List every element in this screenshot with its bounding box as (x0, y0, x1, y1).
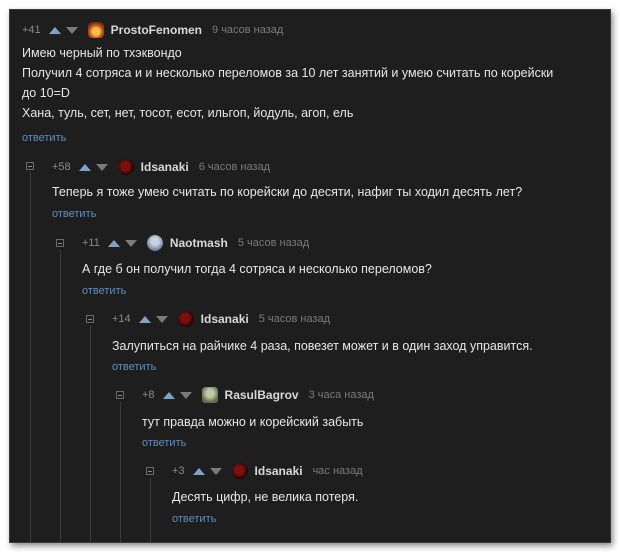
downvote-icon[interactable] (95, 163, 108, 171)
comment-time[interactable]: 6 часов назад (199, 161, 270, 173)
idsanaki-avatar-icon[interactable] (231, 463, 248, 479)
comment-line: тут правда можно и корейский забыть (142, 415, 364, 429)
thread-line[interactable] (60, 250, 61, 542)
comment-header: +3 Idsanaki час назад (172, 462, 363, 480)
thread-line[interactable] (30, 172, 31, 542)
comment-body: Десять цифр, не велика потеря. (172, 487, 358, 507)
comment-body: тут правда можно и корейский забыть (142, 412, 363, 432)
comment-line: Теперь я тоже умею считать по корейски д… (52, 185, 523, 199)
comment-author[interactable]: ProstoFenomen (111, 23, 202, 37)
comment-line: до 10=D (22, 86, 70, 100)
comment-header: +41 ProstoFenomen 9 часов назад (22, 21, 283, 39)
collapse-toggle-icon[interactable] (116, 391, 124, 399)
reply-link[interactable]: ответить (82, 285, 126, 297)
collapse-toggle-icon[interactable] (146, 467, 154, 475)
comments-panel: +41 ProstoFenomen 9 часов назад Имею чер… (9, 9, 611, 543)
comment-time[interactable]: 3 часа назад (309, 389, 374, 401)
upvote-icon[interactable] (192, 467, 205, 475)
reply-link[interactable]: ответить (172, 513, 216, 525)
thread-line[interactable] (150, 478, 151, 542)
comment-author[interactable]: Idsanaki (141, 160, 189, 174)
collapse-toggle-icon[interactable] (86, 315, 94, 323)
upvote-icon[interactable] (78, 163, 91, 171)
comment-header: +8 RasulBagrov 3 часа назад (142, 386, 374, 404)
comment-header: +58 Idsanaki 6 часов назад (52, 158, 270, 176)
reply-link[interactable]: ответить (52, 208, 96, 220)
comment-score: +58 (52, 161, 71, 173)
comment-score: +14 (112, 313, 131, 325)
comment-author[interactable]: Idsanaki (201, 312, 249, 326)
comment-score: +11 (82, 237, 100, 249)
comment-line: Имею черный по тхэквондо (22, 46, 182, 60)
comment-header: +14 Idsanaki 5 часов назад (112, 310, 330, 328)
downvote-icon[interactable] (209, 467, 222, 475)
comment-body: Теперь я тоже умею считать по корейски д… (52, 182, 522, 202)
reply-link[interactable]: ответить (112, 361, 156, 373)
reply-link[interactable]: ответить (22, 132, 66, 144)
fire-avatar-icon[interactable] (87, 22, 104, 38)
thread-line[interactable] (120, 402, 121, 542)
upvote-icon[interactable] (138, 315, 151, 323)
comment-body: Имею черный по тхэквондо Получил 4 сотря… (22, 43, 553, 123)
upvote-icon[interactable] (162, 391, 175, 399)
upvote-icon[interactable] (48, 26, 61, 34)
idsanaki-avatar-icon[interactable] (177, 311, 194, 327)
upvote-icon[interactable] (107, 239, 120, 247)
naotmash-avatar-icon[interactable] (146, 235, 163, 251)
comment-score: +3 (172, 465, 185, 477)
comment-time[interactable]: 5 часов назад (238, 237, 309, 249)
comment-score: +41 (22, 24, 41, 36)
collapse-toggle-icon[interactable] (56, 239, 64, 247)
comment-line: Получил 4 сотряса и и несколько переломо… (22, 66, 554, 80)
comment-header: +11 Naotmash 5 часов назад (82, 234, 309, 252)
comment-line: А где б он получил тогда 4 сотряса и нес… (82, 262, 432, 276)
comment-time[interactable]: 5 часов назад (259, 313, 330, 325)
comment-line: Хана, туль, сет, нет, тосот, есот, ильго… (22, 106, 354, 120)
thread-line[interactable] (90, 326, 91, 542)
comment-body: А где б он получил тогда 4 сотряса и нес… (82, 259, 432, 279)
comment-time[interactable]: 9 часов назад (212, 24, 283, 36)
downvote-icon[interactable] (65, 26, 78, 34)
idsanaki-avatar-icon[interactable] (117, 159, 134, 175)
comment-score: +8 (142, 389, 155, 401)
rasulbagrov-avatar-icon[interactable] (201, 387, 218, 403)
downvote-icon[interactable] (155, 315, 168, 323)
comment-author[interactable]: RasulBagrov (225, 388, 299, 402)
downvote-icon[interactable] (124, 239, 137, 247)
comment-author[interactable]: Naotmash (170, 236, 228, 250)
reply-link[interactable]: ответить (142, 437, 186, 449)
downvote-icon[interactable] (179, 391, 192, 399)
comment-author[interactable]: Idsanaki (255, 464, 303, 478)
comment-time[interactable]: час назад (313, 465, 363, 477)
comment-line: Десять цифр, не велика потеря. (172, 490, 359, 504)
collapse-toggle-icon[interactable] (26, 162, 34, 170)
comment-line: Залупиться на райчике 4 раза, повезет мо… (112, 339, 533, 353)
comment-body: Залупиться на райчике 4 раза, повезет мо… (112, 336, 533, 356)
